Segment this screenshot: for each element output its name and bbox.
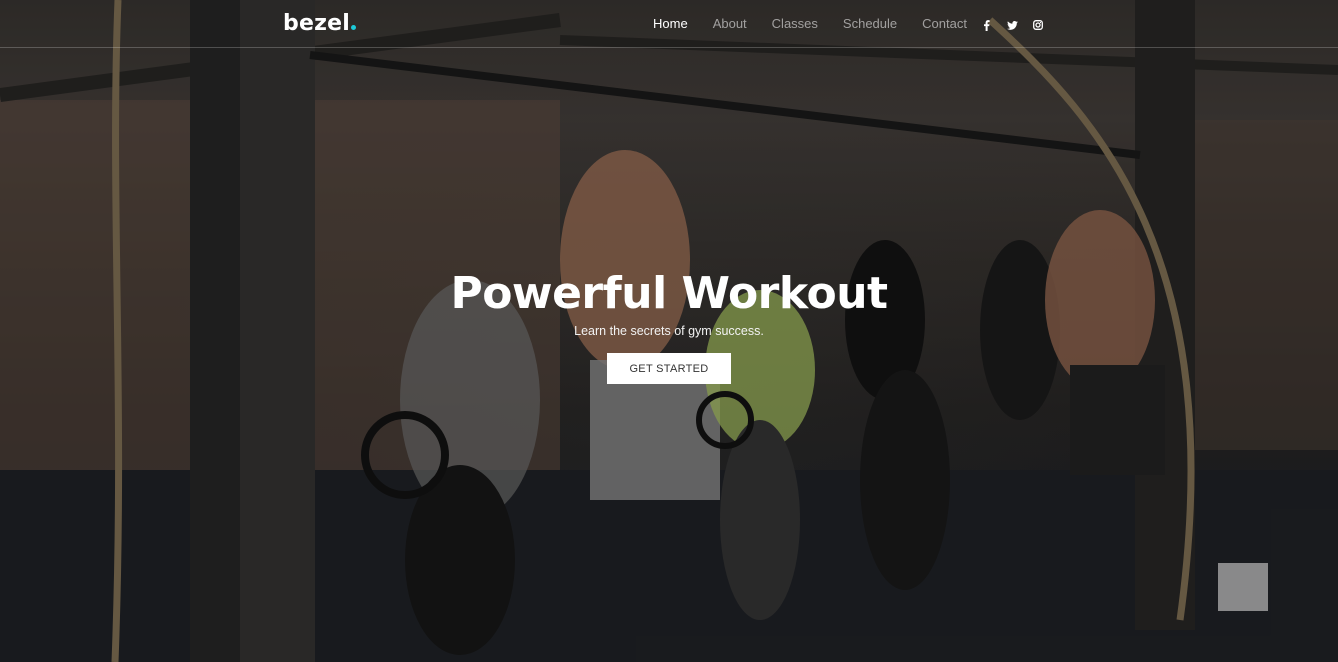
nav-link-about[interactable]: About — [713, 16, 747, 31]
brand-name: bezel — [283, 11, 350, 36]
top-navbar: bezel Home About Classes Schedule Contac… — [0, 0, 1338, 48]
nav-link-schedule[interactable]: Schedule — [843, 16, 897, 31]
social-links — [980, 19, 1058, 31]
get-started-button[interactable]: GET STARTED — [607, 353, 731, 384]
instagram-icon[interactable] — [1032, 19, 1044, 31]
nav-link-home[interactable]: Home — [653, 16, 688, 31]
facebook-icon[interactable] — [980, 19, 992, 31]
nav-link-contact[interactable]: Contact — [922, 16, 967, 31]
hero-content: Powerful Workout Learn the secrets of gy… — [0, 268, 1338, 384]
brand-logo[interactable]: bezel — [283, 11, 356, 36]
hero-subtitle: Learn the secrets of gym success. — [574, 324, 764, 338]
brand-dot — [350, 25, 356, 30]
hero-section: bezel Home About Classes Schedule Contac… — [0, 0, 1338, 662]
twitter-icon[interactable] — [1006, 19, 1018, 31]
hero-title: Powerful Workout — [450, 268, 888, 319]
nav-link-classes[interactable]: Classes — [772, 16, 818, 31]
main-nav: Home About Classes Schedule Contact — [653, 16, 992, 31]
